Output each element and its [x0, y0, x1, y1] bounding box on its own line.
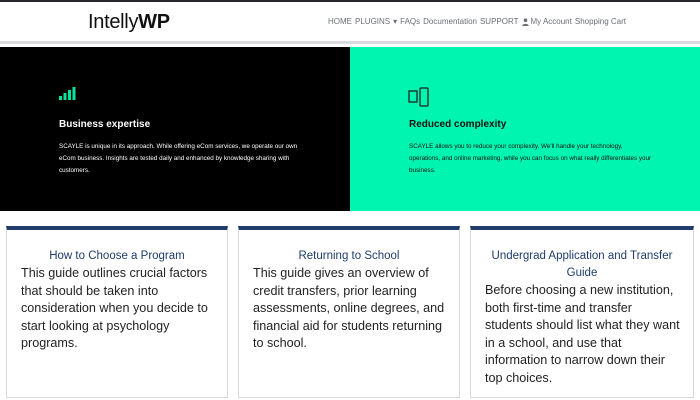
card-title[interactable]: Undergrad Application and Transfer Guide: [471, 248, 693, 282]
nav-shopping-cart[interactable]: Shopping Cart: [575, 17, 626, 26]
bar-chart-icon: [58, 87, 76, 106]
card-title[interactable]: How to Choose a Program: [7, 248, 227, 265]
guide-card-returning-to-school[interactable]: Returning to School This guide gives an …: [238, 226, 460, 398]
guide-card-choose-program[interactable]: How to Choose a Program This guide outli…: [6, 226, 228, 398]
main-nav: HOME PLUGINS ▾ FAQs Documentation SUPPOR…: [328, 17, 629, 26]
site-header: IntellyWP HOME PLUGINS ▾ FAQs Documentat…: [0, 2, 700, 44]
nav-support[interactable]: SUPPORT: [480, 17, 519, 26]
site-logo[interactable]: IntellyWP: [88, 11, 170, 34]
feature-panel-business-expertise: Business expertise SCAYLE is unique in i…: [0, 47, 350, 211]
nav-my-account[interactable]: My Account: [531, 17, 572, 26]
guide-card-transfer-guide[interactable]: Undergrad Application and Transfer Guide…: [470, 226, 694, 398]
logo-suffix: WP: [138, 11, 170, 33]
feature-panel-reduced-complexity: Reduced complexity SCAYLE allows you to …: [350, 47, 700, 211]
card-text: Before choosing a new institution, both …: [485, 283, 680, 385]
user-icon[interactable]: [521, 17, 529, 26]
card-text: This guide gives an overview of credit t…: [253, 266, 445, 350]
feature-title: Business expertise: [59, 119, 151, 130]
nav-home[interactable]: HOME: [328, 17, 352, 26]
chevron-down-icon[interactable]: ▾: [393, 17, 397, 26]
feature-text: SCAYLE is unique in its approach. While …: [59, 143, 298, 174]
nav-documentation[interactable]: Documentation: [423, 17, 477, 26]
card-text: This guide outlines crucial factors that…: [21, 266, 208, 350]
nav-plugins[interactable]: PLUGINS: [355, 17, 390, 26]
feature-title: Reduced complexity: [409, 119, 507, 130]
devices-icon: [408, 87, 430, 112]
nav-faqs[interactable]: FAQs: [400, 17, 420, 26]
card-title[interactable]: Returning to School: [239, 248, 459, 265]
feature-text: SCAYLE allows you to reduce your complex…: [409, 143, 652, 174]
logo-prefix: Intelly: [88, 11, 139, 33]
